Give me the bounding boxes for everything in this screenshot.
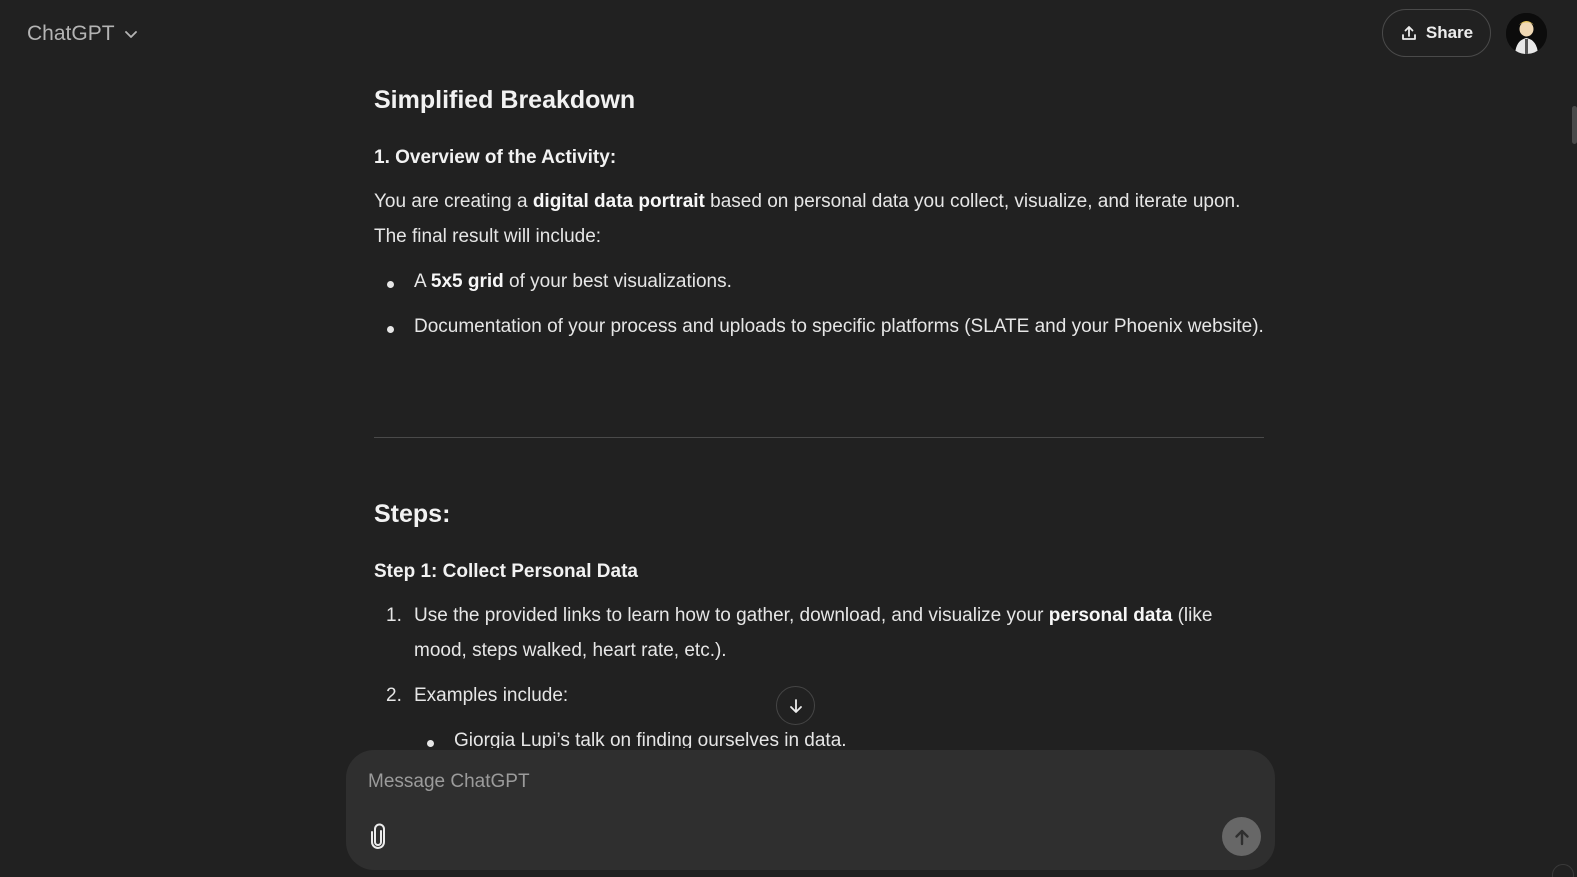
share-upload-icon — [1400, 24, 1418, 42]
share-label: Share — [1425, 23, 1474, 42]
list-number: 1. — [386, 605, 402, 626]
list-item-bold: personal data — [1048, 605, 1173, 626]
top-bar: ChatGPT Share — [0, 0, 1577, 68]
list-item: Use the provided links to learn how to g… — [414, 598, 1264, 668]
section-heading-steps: Steps: — [374, 500, 451, 528]
list-item: Examples include: — [414, 678, 1264, 713]
step1-title: Step 1: Collect Personal Data — [374, 561, 638, 582]
bullet-marker — [387, 281, 394, 288]
arrow-up-icon — [1232, 827, 1252, 847]
list-item-text: Use the provided links to learn how to g… — [414, 605, 1049, 626]
share-button[interactable]: Share — [1382, 9, 1491, 57]
model-label: ChatGPT — [27, 22, 115, 45]
list-item-bold: 5x5 grid — [430, 271, 504, 292]
model-selector[interactable]: ChatGPT — [16, 14, 150, 54]
list-item: Documentation of your process and upload… — [414, 309, 1264, 344]
intro-text-prefix: You are creating a — [374, 191, 533, 212]
bullet-marker — [427, 740, 434, 747]
bullet-marker — [387, 326, 394, 333]
list-item-text: A — [414, 271, 431, 292]
divider — [374, 437, 1264, 438]
attach-button[interactable] — [364, 820, 392, 854]
list-item: A 5x5 grid of your best visualizations. — [414, 264, 1264, 299]
scrollbar-thumb[interactable] — [1572, 106, 1577, 144]
chatgpt-window: ChatGPT Share Simplified Breakdown 1. Ov… — [0, 0, 1577, 877]
paperclip-icon — [368, 823, 388, 851]
list-number: 2. — [386, 685, 402, 706]
avatar[interactable] — [1506, 13, 1547, 54]
arrow-down-icon — [787, 697, 805, 715]
intro-text-bold: digital data portrait — [532, 191, 705, 212]
send-button[interactable] — [1222, 817, 1261, 856]
list-item-text: of your best visualizations. — [503, 271, 732, 292]
message-input[interactable] — [368, 764, 1228, 800]
list-item-text: Documentation of your process and upload… — [414, 316, 1264, 337]
section-heading-breakdown: Simplified Breakdown — [374, 86, 636, 114]
chevron-down-icon — [123, 26, 139, 42]
list-item-text: Examples include: — [414, 685, 569, 706]
overview-title: 1. Overview of the Activity: — [374, 147, 617, 168]
message-composer — [346, 750, 1275, 870]
scroll-to-bottom-button[interactable] — [776, 686, 815, 725]
intro-paragraph: You are creating a digital data portrait… — [374, 184, 1254, 254]
